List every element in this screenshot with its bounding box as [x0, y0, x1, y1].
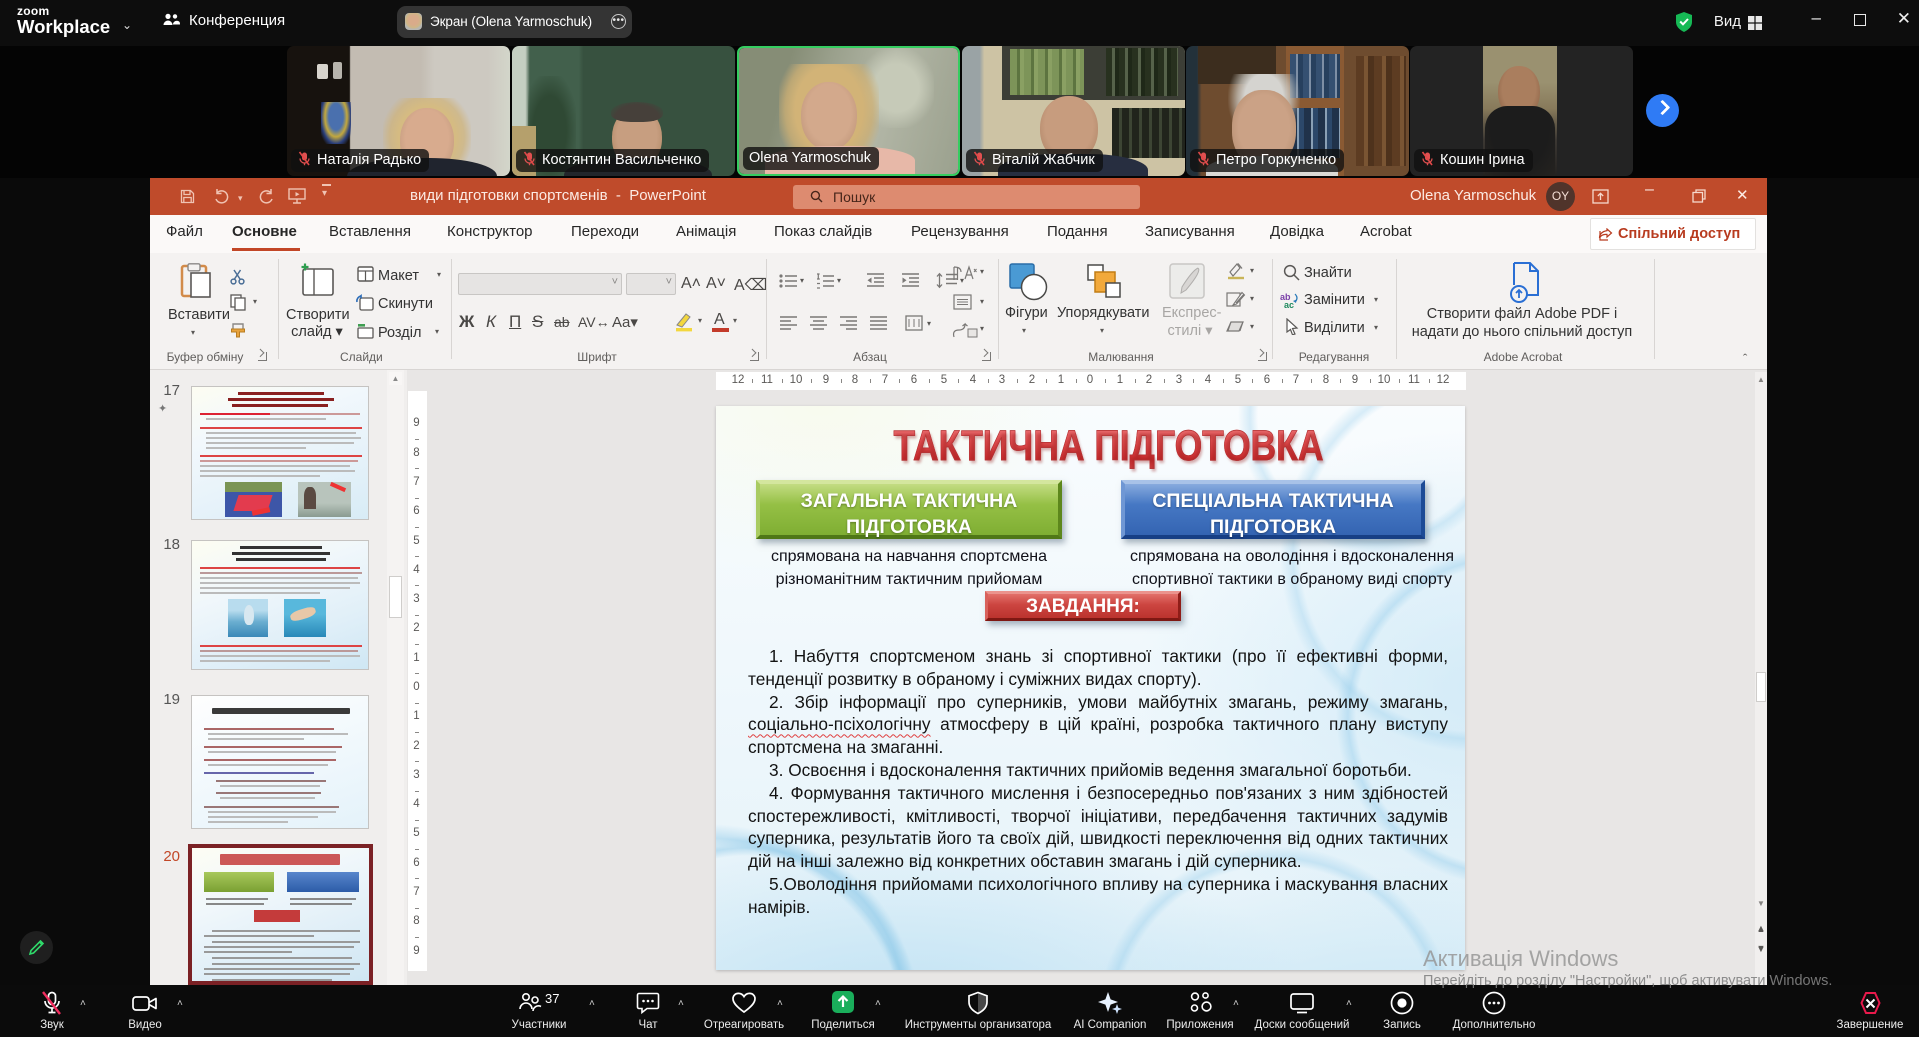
- svg-text:37: 37: [545, 991, 559, 1006]
- svg-text:ac: ac: [1284, 300, 1294, 309]
